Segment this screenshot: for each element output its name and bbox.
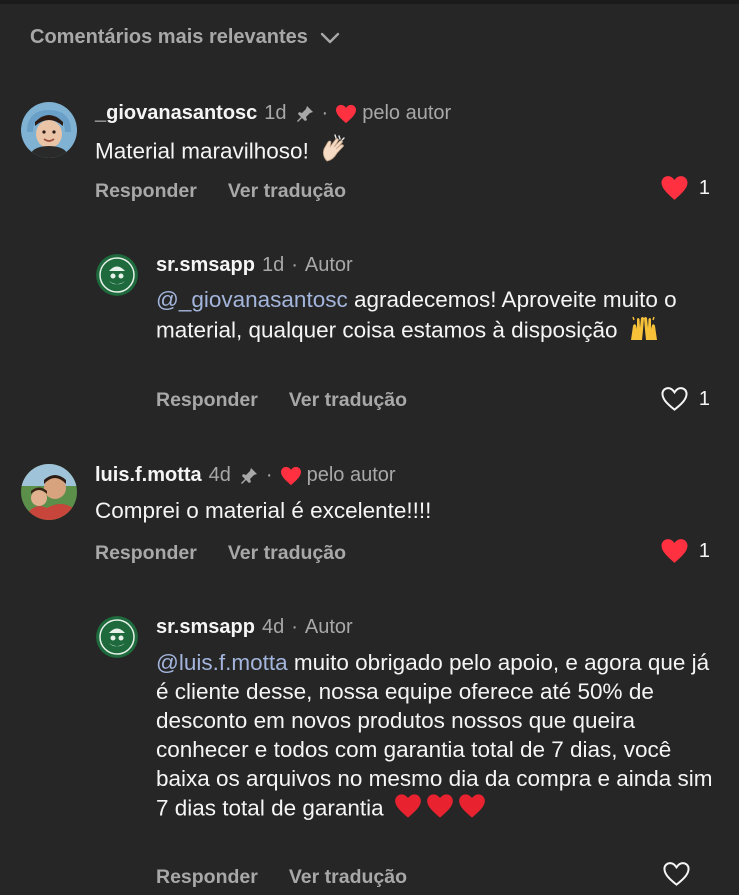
heart-icon — [335, 104, 357, 124]
chevron-down-icon — [320, 32, 340, 43]
username[interactable]: sr.smsapp — [156, 616, 255, 639]
avatar[interactable] — [21, 464, 77, 520]
heart-icon — [661, 176, 688, 200]
username[interactable]: luis.f.motta — [95, 464, 202, 487]
timestamp: 4d — [208, 464, 231, 486]
heart-icon — [280, 466, 302, 486]
avatar[interactable] — [96, 254, 138, 296]
like-count: 1 — [698, 387, 710, 410]
comment-text: Material maravilhoso! — [95, 134, 695, 171]
comment-text: Comprei o material é excelente!!!! — [95, 496, 695, 525]
timestamp: 4d — [261, 616, 285, 638]
reply-button[interactable]: Responder — [95, 180, 197, 203]
see-translation-button[interactable]: Ver tradução — [289, 389, 407, 412]
reply-button[interactable]: Responder — [156, 389, 258, 412]
top-edge — [0, 0, 739, 4]
username[interactable]: sr.smsapp — [156, 254, 255, 277]
avatar[interactable] — [96, 616, 138, 658]
comment-actions: Responder Ver tradução — [156, 866, 407, 889]
comment-text: @_giovanasantosc agradecemos! Aproveite … — [156, 285, 716, 349]
red-heart-icon — [426, 793, 454, 826]
separator-dot: · — [291, 254, 298, 276]
like-button[interactable] — [662, 861, 710, 887]
separator-dot: · — [265, 464, 273, 486]
comment-meta: luis.f.motta 4d · pelo autor — [95, 464, 396, 487]
comment-text: @luis.f.motta muito obrigado pelo apoio,… — [156, 648, 718, 826]
username[interactable]: _giovanasantosc — [95, 102, 257, 125]
heart-outline-icon — [661, 387, 688, 411]
like-count: 1 — [698, 539, 710, 562]
mention-link[interactable]: @_giovanasantosc — [156, 287, 348, 312]
timestamp: 1d — [261, 254, 285, 276]
like-button[interactable]: 1 — [660, 538, 710, 564]
reply-button[interactable]: Responder — [156, 866, 258, 889]
comment-actions: Responder Ver tradução — [95, 180, 346, 203]
separator-dot: · — [291, 616, 298, 638]
pin-icon — [295, 104, 315, 124]
see-translation-button[interactable]: Ver tradução — [289, 866, 407, 889]
red-heart-icon — [458, 793, 486, 826]
like-count: 1 — [698, 176, 710, 199]
comment-actions: Responder Ver tradução — [95, 542, 346, 565]
see-translation-button[interactable]: Ver tradução — [228, 542, 346, 565]
author-badge: Autor — [304, 254, 353, 276]
liked-by-author-label: pelo autor — [362, 102, 452, 124]
like-button[interactable]: 1 — [660, 175, 710, 201]
separator-dot: · — [321, 102, 329, 124]
sort-label: Comentários mais relevantes — [30, 26, 308, 48]
author-badge: Autor — [304, 616, 353, 638]
comment-actions: Responder Ver tradução — [156, 389, 407, 412]
comment-meta: sr.smsapp 4d · Autor — [156, 616, 353, 639]
heart-outline-icon — [663, 862, 690, 886]
sort-dropdown[interactable]: Comentários mais relevantes — [30, 26, 340, 49]
like-button[interactable]: 1 — [660, 386, 710, 412]
clapping-hands-icon — [319, 134, 349, 171]
avatar[interactable] — [21, 102, 77, 158]
liked-by-author-label: pelo autor — [306, 464, 396, 486]
mention-link[interactable]: @luis.f.motta — [156, 650, 288, 675]
see-translation-button[interactable]: Ver tradução — [228, 180, 346, 203]
reply-button[interactable]: Responder — [95, 542, 197, 565]
comment-body: Material maravilhoso! — [95, 138, 309, 164]
timestamp: 1d — [264, 102, 287, 124]
red-heart-icon — [394, 793, 422, 826]
comment-body: Comprei o material é excelente!!!! — [95, 498, 432, 523]
comment-meta: sr.smsapp 1d · Autor — [156, 254, 353, 277]
comment-meta: _giovanasantosc 1d · pelo autor — [95, 102, 451, 125]
heart-icon — [661, 539, 688, 563]
pin-icon — [239, 466, 259, 486]
raising-hands-icon — [628, 314, 660, 349]
